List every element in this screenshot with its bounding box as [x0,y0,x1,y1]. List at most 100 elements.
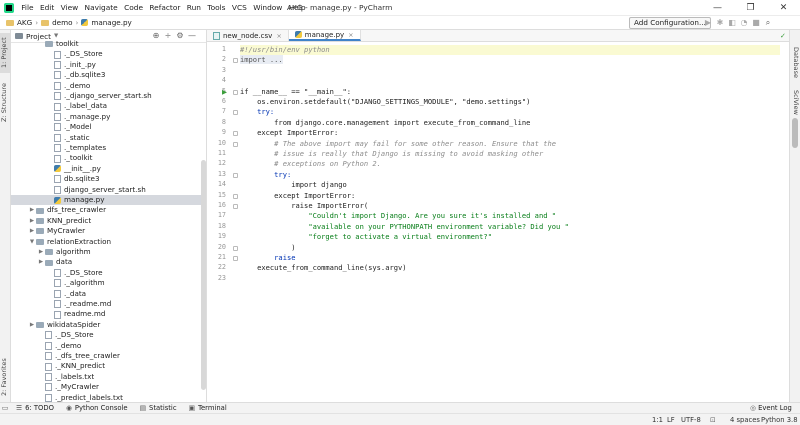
tree-item[interactable]: ._templates [11,143,206,153]
fold-marker-icon[interactable] [233,131,238,137]
tree-item[interactable]: django_server_start.sh [11,185,206,195]
indent-setting[interactable]: 4 spaces [730,414,760,425]
tree-item[interactable]: manage.py [11,195,206,206]
tree-item[interactable]: toolkit [11,39,206,49]
lock-icon[interactable]: ⊡ [710,414,716,425]
tree-item[interactable]: ▶ data [11,257,206,267]
bottom-tool-6-todo[interactable]: ☰ 6: TODO [10,404,60,412]
minimize-icon[interactable]: — [701,0,734,16]
collapsed-arrow-icon[interactable]: ▶ [28,205,36,215]
menu-item-run[interactable]: Run [184,0,205,16]
fold-marker-icon[interactable] [233,245,238,251]
tree-item[interactable]: __init__.py [11,164,206,174]
tree-item[interactable]: ▶ MyCrawler [11,226,206,236]
add-configuration-button[interactable]: Add Configuration... [629,17,711,29]
restore-icon[interactable]: ❐ [734,0,767,16]
breadcrumb-item[interactable]: demo [52,18,72,27]
stop-icon[interactable]: ■ [750,17,762,29]
tree-item[interactable]: ._algorithm [11,278,206,288]
fold-marker-icon[interactable] [233,89,238,95]
fold-marker-icon[interactable] [233,204,238,209]
coverage-icon[interactable]: ◧ [726,17,738,29]
fold-marker-icon[interactable] [233,256,238,261]
tree-item[interactable]: ._predict_labels.txt [11,393,206,402]
inspection-ok-icon[interactable]: ✓ [780,32,786,40]
fold-marker-icon[interactable] [233,110,238,116]
menu-item-file[interactable]: File [18,0,37,16]
project-tool-tab[interactable]: 1: Project [0,33,11,73]
tree-item[interactable]: ._toolkit [11,153,206,163]
menu-item-window[interactable]: Window [250,0,286,16]
bottom-tool-statistic[interactable]: ▤ Statistic [134,404,183,412]
debug-icon[interactable]: ✱ [714,17,726,29]
collapsed-arrow-icon[interactable]: ▶ [37,247,45,257]
fold-marker-icon[interactable] [233,141,238,147]
favorites-tool-tab[interactable]: 2: Favorites [0,355,11,400]
tree-item[interactable]: ._DS_Store [11,49,206,59]
tree-item[interactable]: ._MyCrawler [11,382,206,392]
run-icon[interactable]: ▶ [702,17,714,29]
project-scrollbar[interactable] [201,160,206,390]
tree-item[interactable]: ._labels.txt [11,372,206,382]
menu-item-code[interactable]: Code [121,0,146,16]
profile-icon[interactable]: ◔ [738,17,750,29]
tree-item[interactable]: ._django_server_start.sh [11,91,206,101]
fold-marker-icon[interactable] [233,58,238,64]
tree-item[interactable]: ▼ relationExtraction [11,237,206,247]
editor-tab[interactable]: manage.py × [288,29,361,41]
menu-item-tools[interactable]: Tools [204,0,229,16]
close-tab-icon[interactable]: × [276,30,281,42]
tree-item[interactable]: ._data [11,289,206,299]
collapsed-arrow-icon[interactable]: ▶ [28,320,36,330]
code-view[interactable]: #!/usr/bin/env python import ... if __name… [240,43,780,402]
tree-item[interactable]: ._KNN_predict [11,361,206,371]
collapsed-arrow-icon[interactable]: ▶ [28,216,36,226]
tree-item[interactable]: ▶ KNN_predict [11,216,206,226]
tree-item[interactable]: ▶ dfs_tree_crawler [11,205,206,215]
python-interpreter[interactable]: Python 3.8 [761,414,798,425]
menu-item-view[interactable]: View [57,0,81,16]
expanded-arrow-icon[interactable]: ▼ [28,237,36,247]
editor-tab[interactable]: new_node.csv × [207,30,289,41]
tree-item[interactable]: ._demo [11,81,206,91]
structure-tool-tab[interactable]: Z: Structure [0,78,11,128]
fold-marker-icon[interactable] [233,172,238,178]
search-icon[interactable]: ⌕ [762,17,774,29]
run-gutter-icon[interactable]: ▶ [222,88,227,96]
tree-item[interactable]: ._static [11,133,206,143]
breadcrumb-item[interactable]: AKG [17,18,32,27]
editor-scrollbar[interactable] [792,118,798,148]
menu-item-vcs[interactable]: VCS [229,0,250,16]
tree-item[interactable]: ._dfs_tree_crawler [11,351,206,361]
tree-item[interactable]: ._Model [11,122,206,132]
tree-item[interactable]: ._readme.md [11,299,206,309]
sciview-tool-tab[interactable]: SciView [789,86,800,118]
menu-item-refactor[interactable]: Refactor [146,0,183,16]
tree-item[interactable]: readme.md [11,309,206,319]
caret-position[interactable]: 1:1 [652,414,663,425]
collapsed-arrow-icon[interactable]: ▶ [37,257,45,267]
bottom-tool-python-console[interactable]: ◉ Python Console [60,404,134,412]
tree-item[interactable]: ._demo [11,341,206,351]
fold-marker-icon[interactable] [233,193,238,199]
tree-item[interactable]: db.sqlite3 [11,174,206,184]
menu-item-navigate[interactable]: Navigate [81,0,121,16]
tree-item[interactable]: ._DS_Store [11,268,206,278]
line-separator[interactable]: LF [667,414,675,425]
file-encoding[interactable]: UTF-8 [681,414,701,425]
tree-item[interactable]: ▶ wikidataSpider [11,320,206,330]
close-tab-icon[interactable]: × [348,29,353,41]
bottom-tool-terminal[interactable]: ▣ Terminal [183,404,233,412]
tree-item[interactable]: ._DS_Store [11,330,206,340]
tree-item[interactable]: ._label_data [11,101,206,111]
tree-item[interactable]: ._init_.py [11,60,206,70]
tree-item[interactable]: ._manage.py [11,112,206,122]
breadcrumb-item[interactable]: manage.py [91,18,131,27]
tree-item[interactable]: ._db.sqlite3 [11,70,206,80]
tree-item[interactable]: ▶ algorithm [11,247,206,257]
toggle-panel-icon[interactable]: ▭ [0,404,10,412]
menu-item-edit[interactable]: Edit [37,0,58,16]
close-icon[interactable]: ✕ [767,0,800,16]
database-tool-tab[interactable]: Database [789,44,800,82]
collapsed-arrow-icon[interactable]: ▶ [28,226,36,236]
